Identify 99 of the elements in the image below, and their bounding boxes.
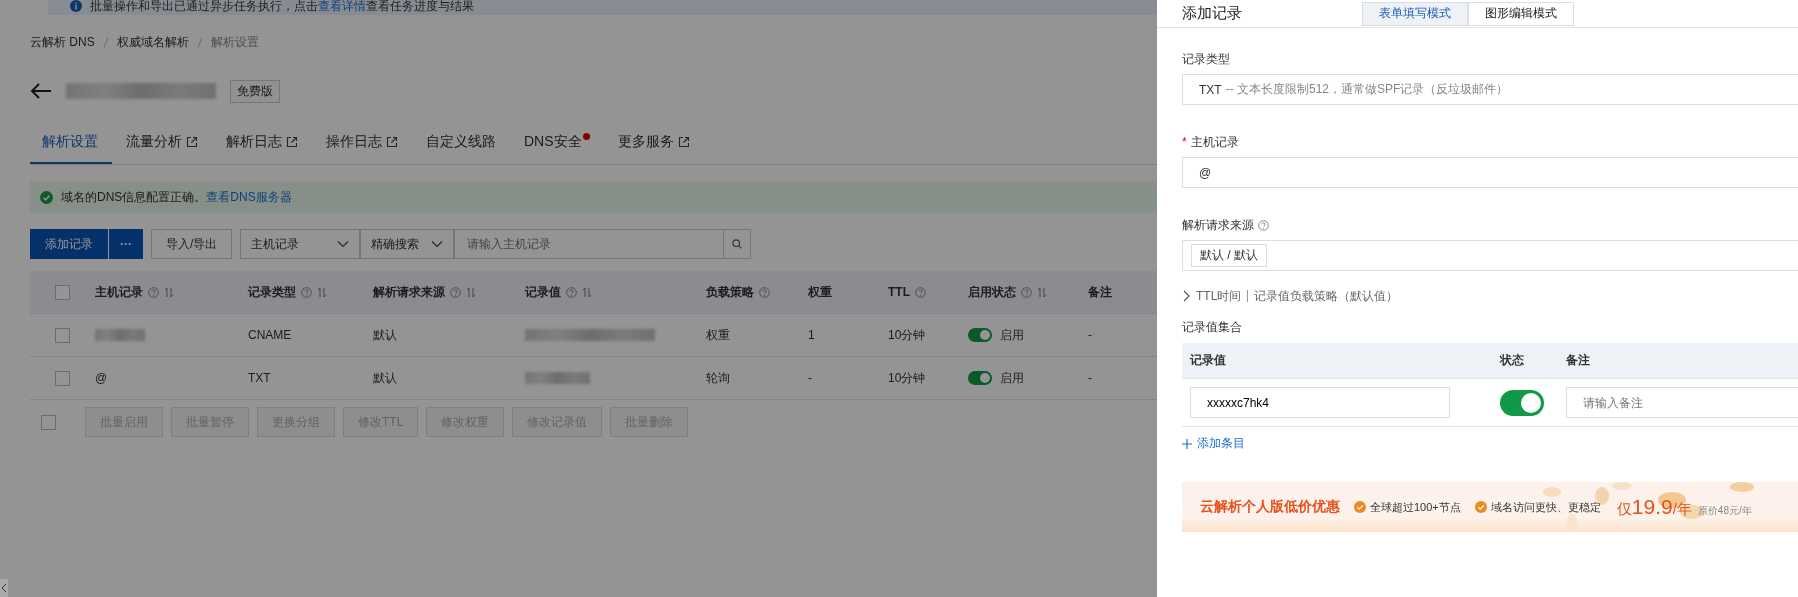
- feature-text: 域名访问更快、更稳定: [1490, 499, 1601, 515]
- tab[interactable]: 自定义线路: [412, 122, 510, 164]
- search-icon: [732, 239, 743, 249]
- table-cell: 10分钟: [888, 369, 926, 387]
- checkbox[interactable]: [55, 370, 70, 386]
- source-tag: 默认 / 默认: [1191, 244, 1267, 267]
- help-icon: [1258, 219, 1269, 231]
- search-button[interactable]: [723, 229, 752, 259]
- advanced-summary: 记录值负载策略（默认值）: [1254, 287, 1399, 305]
- toggle-switch[interactable]: [968, 371, 992, 385]
- check-badge-icon: [1474, 501, 1487, 513]
- tab[interactable]: 更多服务: [603, 122, 704, 164]
- plan-badge: 免费版: [230, 79, 280, 103]
- external-link-icon: [386, 136, 398, 148]
- table-cell: -: [808, 371, 812, 385]
- table-cell: TXT: [248, 371, 271, 385]
- column-header: 权重: [808, 283, 832, 301]
- checkbox[interactable]: [55, 327, 70, 343]
- table-cell: 权重: [706, 326, 730, 344]
- toggle-switch[interactable]: [968, 328, 992, 342]
- add-record-button[interactable]: 添加记录: [30, 229, 108, 259]
- host-record-field[interactable]: @: [1182, 157, 1798, 188]
- request-source-select[interactable]: 默认 / 默认: [1182, 240, 1798, 271]
- column-header: 记录值: [525, 283, 561, 301]
- column-header: 记录类型: [248, 283, 296, 301]
- collapse-handle[interactable]: [0, 579, 8, 597]
- checkbox[interactable]: [41, 414, 56, 430]
- tab[interactable]: 解析设置: [30, 122, 112, 164]
- column-header: 备注: [1566, 352, 1591, 369]
- search-field[interactable]: 请输入主机记录: [454, 229, 725, 259]
- table-cell: 1: [808, 328, 815, 342]
- import-export-button[interactable]: 导入/导出: [151, 229, 233, 259]
- feature-text: 全球超过100+节点: [1370, 499, 1461, 515]
- table-cell: 默认: [373, 326, 397, 344]
- info-icon: [70, 0, 82, 12]
- table-cell: -: [1088, 328, 1092, 342]
- field-label: 记录类型: [1182, 50, 1230, 68]
- section-label: 记录值集合: [1182, 319, 1243, 336]
- table-cell: 10分钟: [888, 326, 926, 344]
- promo-title: 云解析个人版低价优惠: [1200, 498, 1340, 516]
- note-field[interactable]: 请输入备注: [1566, 387, 1798, 418]
- status-text: 域名的DNS信息配置正确。查看DNS服务器: [61, 188, 292, 206]
- column-header: 启用状态: [968, 283, 1016, 301]
- original-price: 原价48元/年: [1697, 504, 1752, 518]
- price-unit: /年: [1672, 500, 1692, 519]
- mode-tab[interactable]: 图形编辑模式: [1468, 1, 1574, 26]
- column-header: 解析请求来源: [373, 283, 445, 301]
- status-label: 启用: [1000, 326, 1024, 344]
- notification-dot-icon: [582, 132, 590, 140]
- chevron-left-icon: [1, 583, 7, 593]
- details-link[interactable]: 查看详情: [318, 0, 366, 13]
- external-link-icon: [186, 136, 198, 148]
- column-header: 主机记录: [95, 283, 143, 301]
- tab[interactable]: DNS安全: [510, 122, 604, 164]
- toggle-switch[interactable]: [1500, 389, 1544, 416]
- column-header: 负载策略: [706, 283, 754, 301]
- checkbox[interactable]: [55, 284, 70, 300]
- plus-icon: [1182, 438, 1192, 449]
- dns-servers-link[interactable]: 查看DNS服务器: [206, 189, 292, 204]
- field-label: 主机记录: [1190, 133, 1239, 151]
- check-badge-icon: [1354, 501, 1366, 513]
- tab[interactable]: 流量分析: [112, 122, 212, 164]
- column-header: 备注: [1088, 283, 1112, 301]
- tab[interactable]: 操作日志: [312, 122, 412, 164]
- breadcrumb-link[interactable]: 权威域名解析: [116, 33, 189, 51]
- chevron-down-icon: [431, 240, 444, 248]
- tab[interactable]: 解析日志: [212, 122, 312, 164]
- breadcrumb-separator-icon: [102, 36, 109, 48]
- back-arrow-icon: [30, 83, 52, 99]
- column-header: TTL: [888, 285, 910, 299]
- more-button[interactable]: ···: [109, 229, 143, 259]
- status-label: 启用: [1000, 369, 1024, 387]
- field-select[interactable]: 主机记录: [240, 229, 361, 259]
- price-prefix: 仅: [1616, 500, 1632, 519]
- drawer-title: 添加记录: [1182, 4, 1243, 23]
- mode-tab[interactable]: 表单填写模式: [1362, 1, 1468, 26]
- breadcrumb-link[interactable]: 云解析 DNS: [30, 33, 95, 51]
- table-cell: -: [1088, 371, 1092, 385]
- column-header: 状态: [1500, 352, 1525, 369]
- advanced-settings-toggle[interactable]: TTL时间: [1182, 287, 1242, 305]
- price-value: 19.9: [1631, 495, 1673, 519]
- record-value-field[interactable]: xxxxxc7hk4: [1190, 387, 1450, 418]
- notice-text: 批量操作和导出已通过异步任务执行，点击查看详情查看任务进度与结果: [90, 0, 474, 15]
- table-cell: @: [95, 371, 108, 385]
- breadcrumb-separator-icon: [196, 36, 203, 48]
- add-entry-link[interactable]: 添加条目: [1182, 435, 1245, 452]
- chevron-down-icon: [337, 240, 350, 248]
- table-cell: 默认: [373, 369, 397, 387]
- column-header: 记录值: [1188, 352, 1227, 369]
- record-type-select[interactable]: TXT -- 文本长度限制512，通常做SPF记录（反垃圾邮件）: [1182, 74, 1798, 105]
- required-mark: *: [1182, 135, 1187, 149]
- check-circle-icon: [40, 190, 53, 204]
- external-link-icon: [677, 136, 690, 148]
- table-cell: CNAME: [248, 328, 292, 342]
- external-link-icon: [286, 136, 298, 148]
- field-label: 解析请求来源: [1182, 216, 1254, 234]
- match-select[interactable]: 精确搜索: [360, 229, 455, 259]
- chevron-right-icon: [1182, 290, 1190, 302]
- table-cell: 轮询: [706, 369, 730, 387]
